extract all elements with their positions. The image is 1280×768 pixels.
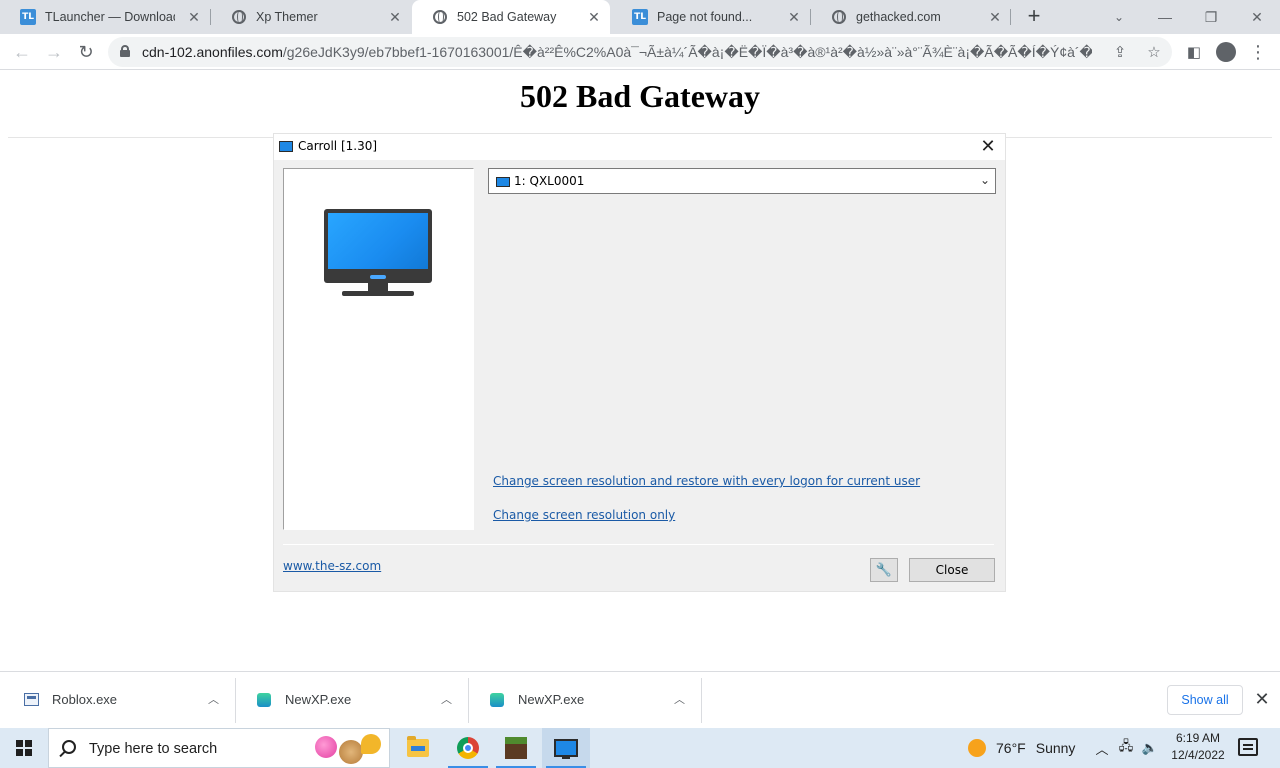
chevron-up-icon[interactable]: ︿	[674, 691, 685, 707]
network-icon[interactable]: 🖧	[1116, 738, 1136, 758]
xp-installer-icon	[257, 693, 273, 707]
tab-close-icon[interactable]: ✕	[987, 9, 1003, 25]
chevron-down-icon[interactable]: ⌄	[980, 173, 990, 187]
page-heading: 502 Bad Gateway	[520, 78, 760, 114]
browser-toolbar: ← → ↻ cdn-102.anonfiles.com/g26eJdK3y9/e…	[0, 34, 1280, 70]
download-item[interactable]: NewXP.exe ︿	[237, 678, 469, 723]
tab-close-icon[interactable]: ✕	[387, 9, 403, 25]
carroll-dialog: Carroll [1.30] ✕ 1: QXL0001 ⌄ Change scr…	[273, 133, 1006, 592]
tab-title: 502 Bad Gateway	[457, 10, 557, 24]
display-select-value: 1: QXL0001	[514, 174, 585, 188]
globe-icon	[831, 9, 847, 25]
display-preview-panel	[283, 168, 474, 530]
dialog-separator	[283, 544, 994, 545]
globe-icon	[231, 9, 247, 25]
search-highlight-art	[315, 734, 385, 764]
volume-icon[interactable]: 🔈	[1140, 738, 1160, 758]
minecraft-taskbar-button[interactable]	[492, 728, 540, 768]
close-button[interactable]: Close	[909, 558, 995, 582]
share-icon[interactable]: ⇪	[1107, 39, 1133, 65]
minimize-icon[interactable]: —	[1142, 0, 1188, 34]
monitor-icon	[554, 739, 578, 759]
change-resolution-only-link[interactable]: Change screen resolution only	[493, 508, 675, 522]
carroll-taskbar-button[interactable]	[542, 728, 590, 768]
tlauncher-icon: TL	[20, 9, 36, 25]
windows-taskbar: Type here to search 76°F Sunny ︿ 🖧 🔈 6:1…	[0, 728, 1280, 768]
dialog-title: Carroll [1.30]	[298, 139, 378, 153]
download-item[interactable]: NewXP.exe ︿	[470, 678, 702, 723]
globe-icon	[432, 9, 448, 25]
download-item[interactable]: Roblox.exe ︿	[4, 678, 236, 723]
download-name: NewXP.exe	[518, 692, 585, 707]
chrome-taskbar-button[interactable]	[444, 728, 492, 768]
weather-temperature: 76°F	[996, 740, 1026, 756]
tab-title: gethacked.com	[856, 10, 941, 24]
notification-icon[interactable]	[1238, 738, 1258, 756]
system-clock[interactable]: 6:19 AM 12/4/2022	[1163, 730, 1233, 764]
folder-icon	[407, 736, 429, 757]
search-placeholder: Type here to search	[89, 741, 218, 757]
wrench-icon[interactable]: 🔧	[870, 558, 898, 582]
minecraft-icon	[505, 737, 527, 759]
lock-icon[interactable]	[120, 45, 130, 57]
tab-search-chevron-icon[interactable]: ⌄	[1096, 0, 1142, 34]
tab-xp-themer[interactable]: Xp Themer ✕	[211, 0, 411, 34]
dialog-close-icon[interactable]: ✕	[977, 136, 999, 158]
tab-close-icon[interactable]: ✕	[586, 9, 602, 25]
tab-close-icon[interactable]: ✕	[186, 9, 202, 25]
browser-tab-strip: TL TLauncher — Download I ✕ Xp Themer ✕ …	[0, 0, 1280, 34]
address-bar[interactable]: cdn-102.anonfiles.com/g26eJdK3y9/eb7bbef…	[108, 37, 1172, 67]
url-text[interactable]: cdn-102.anonfiles.com/g26eJdK3y9/eb7bbef…	[142, 44, 1092, 61]
profile-avatar-icon[interactable]	[1212, 38, 1240, 66]
weather-condition: Sunny	[1035, 740, 1076, 756]
forward-arrow-icon[interactable]: →	[40, 38, 68, 66]
download-shelf: Roblox.exe ︿ NewXP.exe ︿ NewXP.exe ︿ Sho…	[0, 671, 1280, 728]
bookmark-star-icon[interactable]: ☆	[1141, 39, 1167, 65]
clock-time: 6:19 AM	[1175, 731, 1221, 745]
xp-installer-icon	[490, 693, 506, 707]
weather-widget[interactable]: 76°F Sunny	[968, 728, 1075, 768]
monitor-icon	[324, 209, 434, 299]
tab-title: TLauncher — Download I	[45, 10, 175, 24]
sun-icon	[968, 739, 986, 757]
tab-gethacked[interactable]: gethacked.com ✕	[811, 0, 1011, 34]
monitor-icon	[496, 177, 510, 187]
close-shelf-icon[interactable]: ✕	[1252, 687, 1272, 711]
clock-date: 12/4/2022	[1171, 748, 1225, 762]
tab-page-not-found[interactable]: TL Page not found... ✕	[612, 0, 810, 34]
tab-tlauncher[interactable]: TL TLauncher — Download I ✕	[0, 0, 210, 34]
search-icon	[62, 740, 76, 754]
chevron-up-icon[interactable]: ︿	[441, 691, 452, 707]
tab-divider	[1010, 9, 1011, 25]
chevron-up-icon[interactable]: ︿	[208, 691, 219, 707]
download-name: Roblox.exe	[52, 692, 118, 707]
reload-icon[interactable]: ↻	[72, 38, 100, 66]
display-select[interactable]: 1: QXL0001 ⌄	[488, 168, 996, 194]
dialog-titlebar[interactable]: Carroll [1.30] ✕	[274, 134, 1005, 160]
chevron-up-icon[interactable]: ︿	[1094, 738, 1110, 758]
tab-502-bad-gateway[interactable]: 502 Bad Gateway ✕	[412, 0, 610, 34]
chrome-icon	[457, 737, 479, 759]
tlauncher-icon: TL	[632, 9, 648, 25]
download-name: NewXP.exe	[285, 692, 352, 707]
menu-kebab-icon[interactable]: ⋮	[1244, 38, 1272, 66]
tab-title: Xp Themer	[256, 10, 318, 24]
start-button[interactable]	[0, 728, 48, 768]
change-resolution-persist-link[interactable]: Change screen resolution and restore wit…	[493, 474, 920, 488]
new-tab-button[interactable]: +	[1022, 5, 1046, 29]
taskbar-search-box[interactable]: Type here to search	[48, 728, 390, 768]
window-close-icon[interactable]: ✕	[1234, 0, 1280, 34]
monitor-icon	[279, 141, 293, 152]
tab-title: Page not found...	[657, 10, 753, 24]
back-arrow-icon[interactable]: ←	[8, 38, 36, 66]
restore-icon[interactable]: ❐	[1188, 0, 1234, 34]
windows-logo-icon	[16, 740, 32, 756]
website-link[interactable]: www.the-sz.com	[283, 559, 381, 573]
side-panel-icon[interactable]: ◧	[1180, 38, 1208, 66]
file-icon	[24, 693, 40, 707]
show-all-downloads-button[interactable]: Show all	[1167, 685, 1243, 715]
file-explorer-taskbar-button[interactable]	[394, 728, 442, 768]
tab-close-icon[interactable]: ✕	[786, 9, 802, 25]
